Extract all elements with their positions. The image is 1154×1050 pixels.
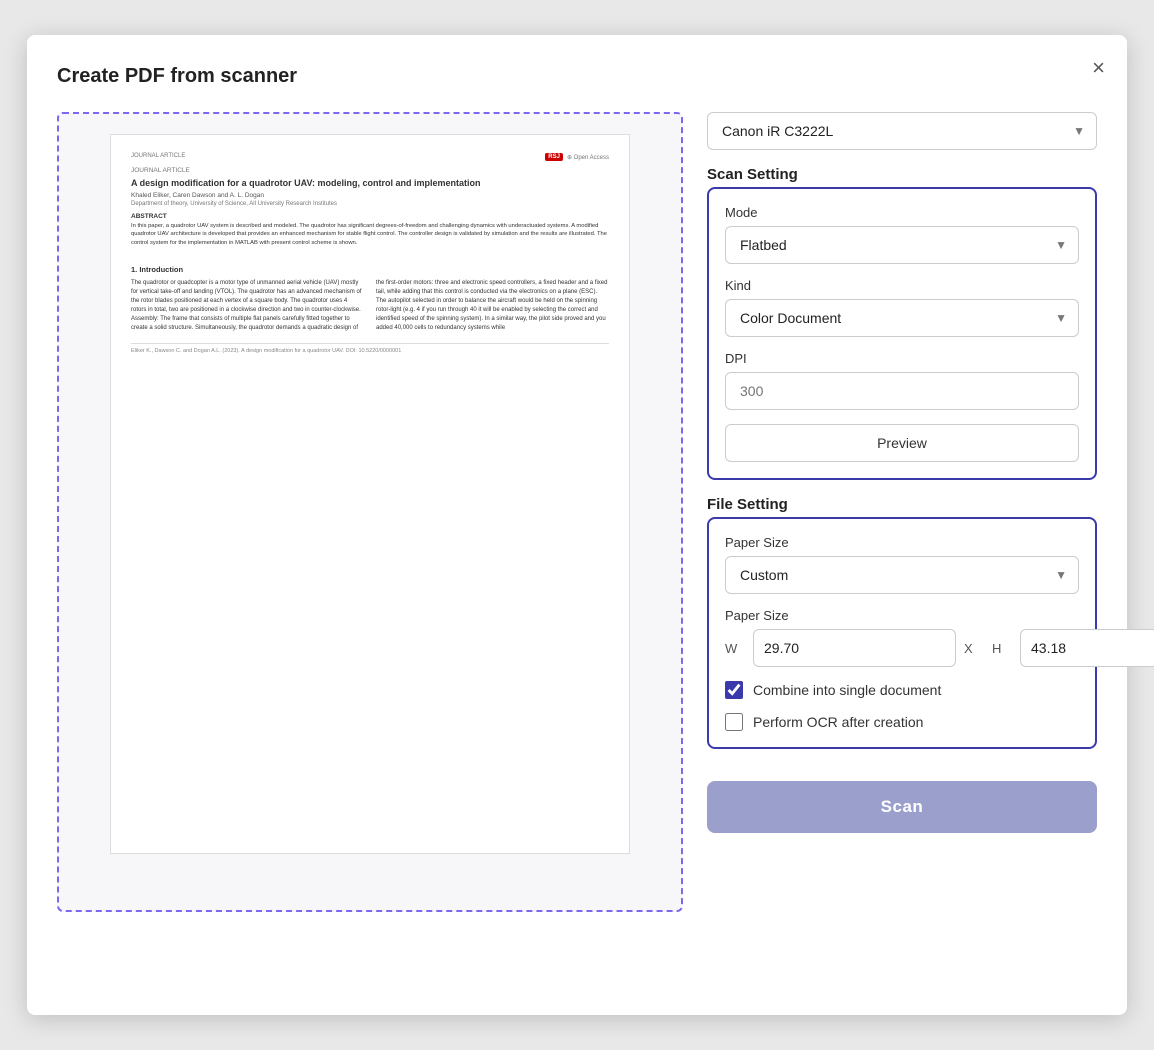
scanner-selector-wrapper: Canon iR C3222L Brother MFC-L2710DW HP L… (707, 112, 1097, 150)
scan-setting-label: Scan Setting (707, 166, 1097, 183)
paper-size-inputs-label: Paper Size (725, 608, 1079, 623)
dpi-field: DPI (725, 351, 1079, 410)
kind-field: Kind Color Document Black and White Docu… (725, 278, 1079, 337)
file-setting-label: File Setting (707, 496, 1097, 513)
paper-size-select[interactable]: Custom A4 A3 Letter Legal (725, 556, 1079, 594)
doc-logo: RSJ ⊕ Open Access (545, 153, 609, 161)
paper-size-dropdown-field: Paper Size Custom A4 A3 Letter Legal ▼ (725, 535, 1079, 594)
kind-select-wrapper: Color Document Black and White Document … (725, 299, 1079, 337)
paper-size-inputs-field: Paper Size W X H cm in mm (725, 608, 1079, 667)
doc-body-text: 1. Introduction The quadrotor or quadcop… (131, 256, 609, 333)
doc-metadata: JOURNAL ARTICLE (131, 153, 185, 161)
paper-width-input[interactable] (753, 629, 956, 667)
file-setting-section: File Setting Paper Size Custom A4 A3 Let… (707, 496, 1097, 749)
paper-size-dropdown-label: Paper Size (725, 535, 1079, 550)
paper-size-select-wrapper: Custom A4 A3 Letter Legal ▼ (725, 556, 1079, 594)
w-label: W (725, 641, 745, 656)
mode-select-wrapper: Flatbed ADF ADF Duplex ▼ (725, 226, 1079, 264)
document-preview: JOURNAL ARTICLE RSJ ⊕ Open Access JOURNA… (110, 134, 630, 854)
scan-settings-box: Mode Flatbed ADF ADF Duplex ▼ Kind (707, 187, 1097, 480)
doc-badge-extra: ⊕ Open Access (567, 154, 609, 161)
preview-button[interactable]: Preview (725, 424, 1079, 462)
create-pdf-dialog: Create PDF from scanner × JOURNAL ARTICL… (27, 35, 1127, 1015)
ocr-checkbox[interactable] (725, 713, 743, 731)
content-area: JOURNAL ARTICLE RSJ ⊕ Open Access JOURNA… (57, 112, 1097, 912)
intro-heading: 1. Introduction (131, 264, 609, 275)
kind-select[interactable]: Color Document Black and White Document … (725, 299, 1079, 337)
scan-button[interactable]: Scan (707, 781, 1097, 833)
ocr-checkbox-row: Perform OCR after creation (725, 713, 1079, 731)
doc-header: JOURNAL ARTICLE RSJ ⊕ Open Access (131, 153, 609, 161)
preview-panel: JOURNAL ARTICLE RSJ ⊕ Open Access JOURNA… (57, 112, 683, 912)
doc-authors: Khaled Eliker, Caren Dawson and A. L. Do… (131, 192, 609, 199)
dpi-input[interactable] (725, 372, 1079, 410)
kind-label: Kind (725, 278, 1079, 293)
combine-checkbox[interactable] (725, 681, 743, 699)
paper-height-input[interactable] (1020, 629, 1154, 667)
doc-article-title: A design modification for a quadrotor UA… (131, 177, 609, 190)
h-label: H (992, 641, 1012, 656)
dialog-title: Create PDF from scanner (57, 65, 1097, 88)
combine-checkbox-label: Combine into single document (753, 682, 941, 698)
dpi-label: DPI (725, 351, 1079, 366)
doc-affiliation: Department of theory, University of Scie… (131, 201, 609, 207)
rsj-badge: RSJ (545, 153, 563, 161)
file-settings-box: Paper Size Custom A4 A3 Letter Legal ▼ (707, 517, 1097, 749)
settings-panel: Canon iR C3222L Brother MFC-L2710DW HP L… (707, 112, 1097, 912)
intro-text: The quadrotor or quadcopter is a motor t… (131, 280, 607, 331)
doc-journal-info: JOURNAL ARTICLE (131, 153, 185, 159)
x-label: X (964, 641, 984, 656)
ocr-checkbox-label: Perform OCR after creation (753, 714, 923, 730)
close-button[interactable]: × (1092, 57, 1105, 79)
combine-checkbox-row: Combine into single document (725, 681, 1079, 699)
scanner-select[interactable]: Canon iR C3222L Brother MFC-L2710DW HP L… (707, 112, 1097, 150)
doc-footer: Eliker K., Dawson C. and Dogan A.L. (202… (131, 343, 609, 354)
scan-setting-section: Scan Setting Mode Flatbed ADF ADF Duplex… (707, 166, 1097, 480)
doc-abstract-heading: ABSTRACT (131, 213, 609, 220)
mode-field: Mode Flatbed ADF ADF Duplex ▼ (725, 205, 1079, 264)
doc-label: JOURNAL ARTICLE (131, 167, 609, 174)
mode-select[interactable]: Flatbed ADF ADF Duplex (725, 226, 1079, 264)
mode-label: Mode (725, 205, 1079, 220)
paper-size-row: W X H cm in mm px (725, 629, 1079, 667)
doc-abstract-text: In this paper, a quadrotor UAV system is… (131, 222, 609, 248)
